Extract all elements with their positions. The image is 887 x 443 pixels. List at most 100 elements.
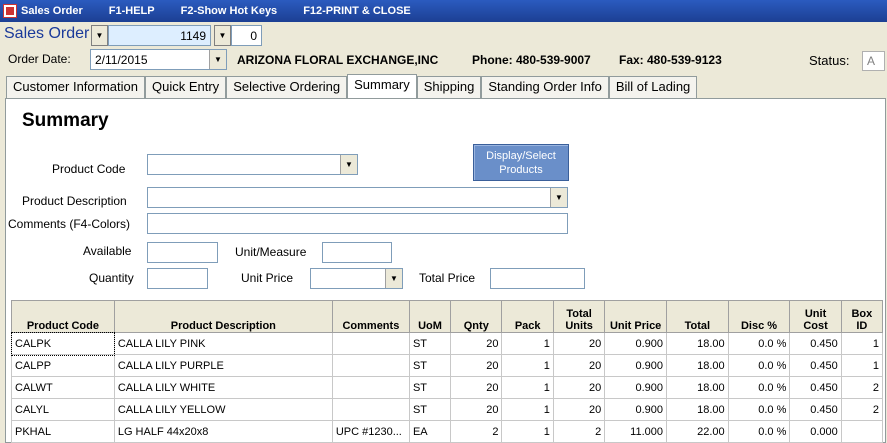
cell-unit-price[interactable]: 11.000 — [604, 420, 667, 443]
cell-total[interactable]: 18.00 — [665, 332, 729, 355]
order-number-field[interactable]: 1149 — [108, 25, 211, 46]
tab-standing-order-info[interactable]: Standing Order Info — [481, 76, 609, 98]
cell-pack[interactable]: 1 — [501, 398, 554, 421]
cell-product-code[interactable]: CALYL — [11, 398, 115, 421]
cell-comments[interactable] — [331, 354, 410, 377]
chevron-down-icon[interactable]: ▼ — [550, 188, 567, 207]
quantity-input[interactable] — [147, 268, 208, 289]
col-comments[interactable]: Comments — [331, 300, 410, 333]
table-row[interactable]: PKHAL LG HALF 44x20x8 UPC #1230... EA 2 1 2 11.… — [11, 420, 884, 443]
cell-product-description[interactable]: CALLA LILY PURPLE — [113, 354, 333, 377]
cell-box-id[interactable]: 1 — [840, 332, 884, 355]
product-code-dropdown[interactable]: ▼ — [147, 154, 358, 175]
cell-disc[interactable]: 0.0 % — [727, 354, 791, 377]
tab-selective-ordering[interactable]: Selective Ordering — [226, 76, 348, 98]
cell-total-units[interactable]: 20 — [552, 354, 606, 377]
chevron-down-icon[interactable]: ▼ — [385, 269, 402, 288]
available-input[interactable] — [147, 242, 218, 263]
cell-unit-cost[interactable]: 0.450 — [789, 376, 842, 399]
cell-uom[interactable]: EA — [408, 420, 452, 443]
cell-product-code[interactable]: CALWT — [11, 376, 115, 399]
cell-pack[interactable]: 1 — [501, 376, 554, 399]
cell-total[interactable]: 22.00 — [665, 420, 729, 443]
cell-qnty[interactable]: 20 — [450, 376, 503, 399]
cell-product-code[interactable]: CALPK — [10, 331, 116, 356]
cell-unit-cost[interactable]: 0.000 — [789, 420, 842, 443]
table-row[interactable]: CALPP CALLA LILY PURPLE ST 20 1 20 0.900 18.00 0… — [11, 354, 884, 377]
order-type-dropdown[interactable]: ▼ — [91, 25, 108, 46]
display-select-products-button[interactable]: Display/Select Products — [473, 144, 569, 181]
cell-unit-price[interactable]: 0.900 — [604, 376, 667, 399]
cell-disc[interactable]: 0.0 % — [727, 332, 791, 355]
cell-total-units[interactable]: 20 — [552, 398, 606, 421]
cell-comments[interactable] — [331, 376, 410, 399]
tab-quick-entry[interactable]: Quick Entry — [145, 76, 227, 98]
cell-pack[interactable]: 1 — [501, 354, 554, 377]
cell-qnty[interactable]: 20 — [450, 398, 503, 421]
col-pack[interactable]: Pack — [501, 300, 554, 333]
cell-box-id[interactable]: 1 — [840, 354, 884, 377]
cell-disc[interactable]: 0.0 % — [727, 420, 791, 443]
cell-uom[interactable]: ST — [408, 376, 452, 399]
col-product-description[interactable]: Product Description — [113, 300, 333, 333]
table-row[interactable]: CALWT CALLA LILY WHITE ST 20 1 20 0.900 18.00 0.… — [11, 376, 884, 399]
order-date-field[interactable]: 2/11/2015 ▼ — [90, 49, 227, 70]
chevron-down-icon[interactable]: ▼ — [340, 155, 357, 174]
cell-unit-cost[interactable]: 0.450 — [789, 332, 842, 355]
order-sub-field[interactable]: 0 — [231, 25, 262, 46]
col-product-code[interactable]: Product Code — [11, 300, 115, 333]
tab-summary[interactable]: Summary — [347, 74, 417, 98]
cell-comments[interactable] — [331, 398, 410, 421]
cell-total-units[interactable]: 20 — [552, 332, 606, 355]
cell-unit-price[interactable]: 0.900 — [604, 332, 667, 355]
cell-uom[interactable]: ST — [408, 354, 452, 377]
cell-total[interactable]: 18.00 — [665, 354, 729, 377]
cell-total[interactable]: 18.00 — [665, 398, 729, 421]
cell-product-description[interactable]: LG HALF 44x20x8 — [113, 420, 333, 443]
col-unit-price[interactable]: Unit Price — [604, 300, 667, 333]
unit-price-dropdown[interactable]: ▼ — [310, 268, 403, 289]
cell-uom[interactable]: ST — [408, 332, 452, 355]
cell-product-code[interactable]: PKHAL — [11, 420, 115, 443]
cell-unit-price[interactable]: 0.900 — [604, 398, 667, 421]
col-unit-cost[interactable]: Unit Cost — [789, 300, 842, 333]
order-sub-dropdown[interactable]: ▼ — [214, 25, 231, 46]
col-uom[interactable]: UoM — [408, 300, 452, 333]
cell-uom[interactable]: ST — [408, 398, 452, 421]
cell-unit-price[interactable]: 0.900 — [604, 354, 667, 377]
tab-shipping[interactable]: Shipping — [416, 76, 482, 98]
cell-total-units[interactable]: 2 — [552, 420, 606, 443]
tab-customer-information[interactable]: Customer Information — [6, 76, 145, 98]
col-box-id[interactable]: Box ID — [840, 300, 884, 333]
cell-pack[interactable]: 1 — [501, 332, 554, 355]
unit-measure-input[interactable] — [322, 242, 392, 263]
cell-product-description[interactable]: CALLA LILY PINK — [113, 332, 333, 355]
cell-qnty[interactable]: 20 — [450, 354, 503, 377]
table-row[interactable]: CALYL CALLA LILY YELLOW ST 20 1 20 0.900 18.00 0… — [11, 398, 884, 421]
print-close-hotkey[interactable]: F12-PRINT & CLOSE — [303, 5, 411, 17]
cell-total-units[interactable]: 20 — [552, 376, 606, 399]
cell-product-description[interactable]: CALLA LILY WHITE — [113, 376, 333, 399]
cell-box-id[interactable] — [840, 420, 884, 443]
cell-unit-cost[interactable]: 0.450 — [789, 398, 842, 421]
show-hotkeys[interactable]: F2-Show Hot Keys — [181, 5, 278, 17]
cell-pack[interactable]: 1 — [501, 420, 554, 443]
tab-bill-of-lading[interactable]: Bill of Lading — [608, 76, 698, 98]
cell-disc[interactable]: 0.0 % — [727, 398, 791, 421]
comments-input[interactable] — [147, 213, 568, 234]
cell-box-id[interactable]: 2 — [840, 398, 884, 421]
product-description-dropdown[interactable]: ▼ — [147, 187, 568, 208]
cell-comments[interactable]: UPC #1230... — [331, 420, 410, 443]
cell-box-id[interactable]: 2 — [840, 376, 884, 399]
cell-disc[interactable]: 0.0 % — [727, 376, 791, 399]
date-dropdown[interactable]: ▼ — [209, 50, 226, 69]
total-price-input[interactable] — [490, 268, 585, 289]
cell-product-description[interactable]: CALLA LILY YELLOW — [113, 398, 333, 421]
col-total-units[interactable]: Total Units — [552, 300, 606, 333]
cell-qnty[interactable]: 2 — [450, 420, 503, 443]
cell-qnty[interactable]: 20 — [450, 332, 503, 355]
help-hotkey[interactable]: F1-HELP — [109, 5, 155, 17]
table-row[interactable]: CALPK CALLA LILY PINK ST 20 1 20 0.900 18.00 0.0… — [10, 331, 884, 356]
cell-unit-cost[interactable]: 0.450 — [789, 354, 842, 377]
col-qnty[interactable]: Qnty — [450, 300, 503, 333]
